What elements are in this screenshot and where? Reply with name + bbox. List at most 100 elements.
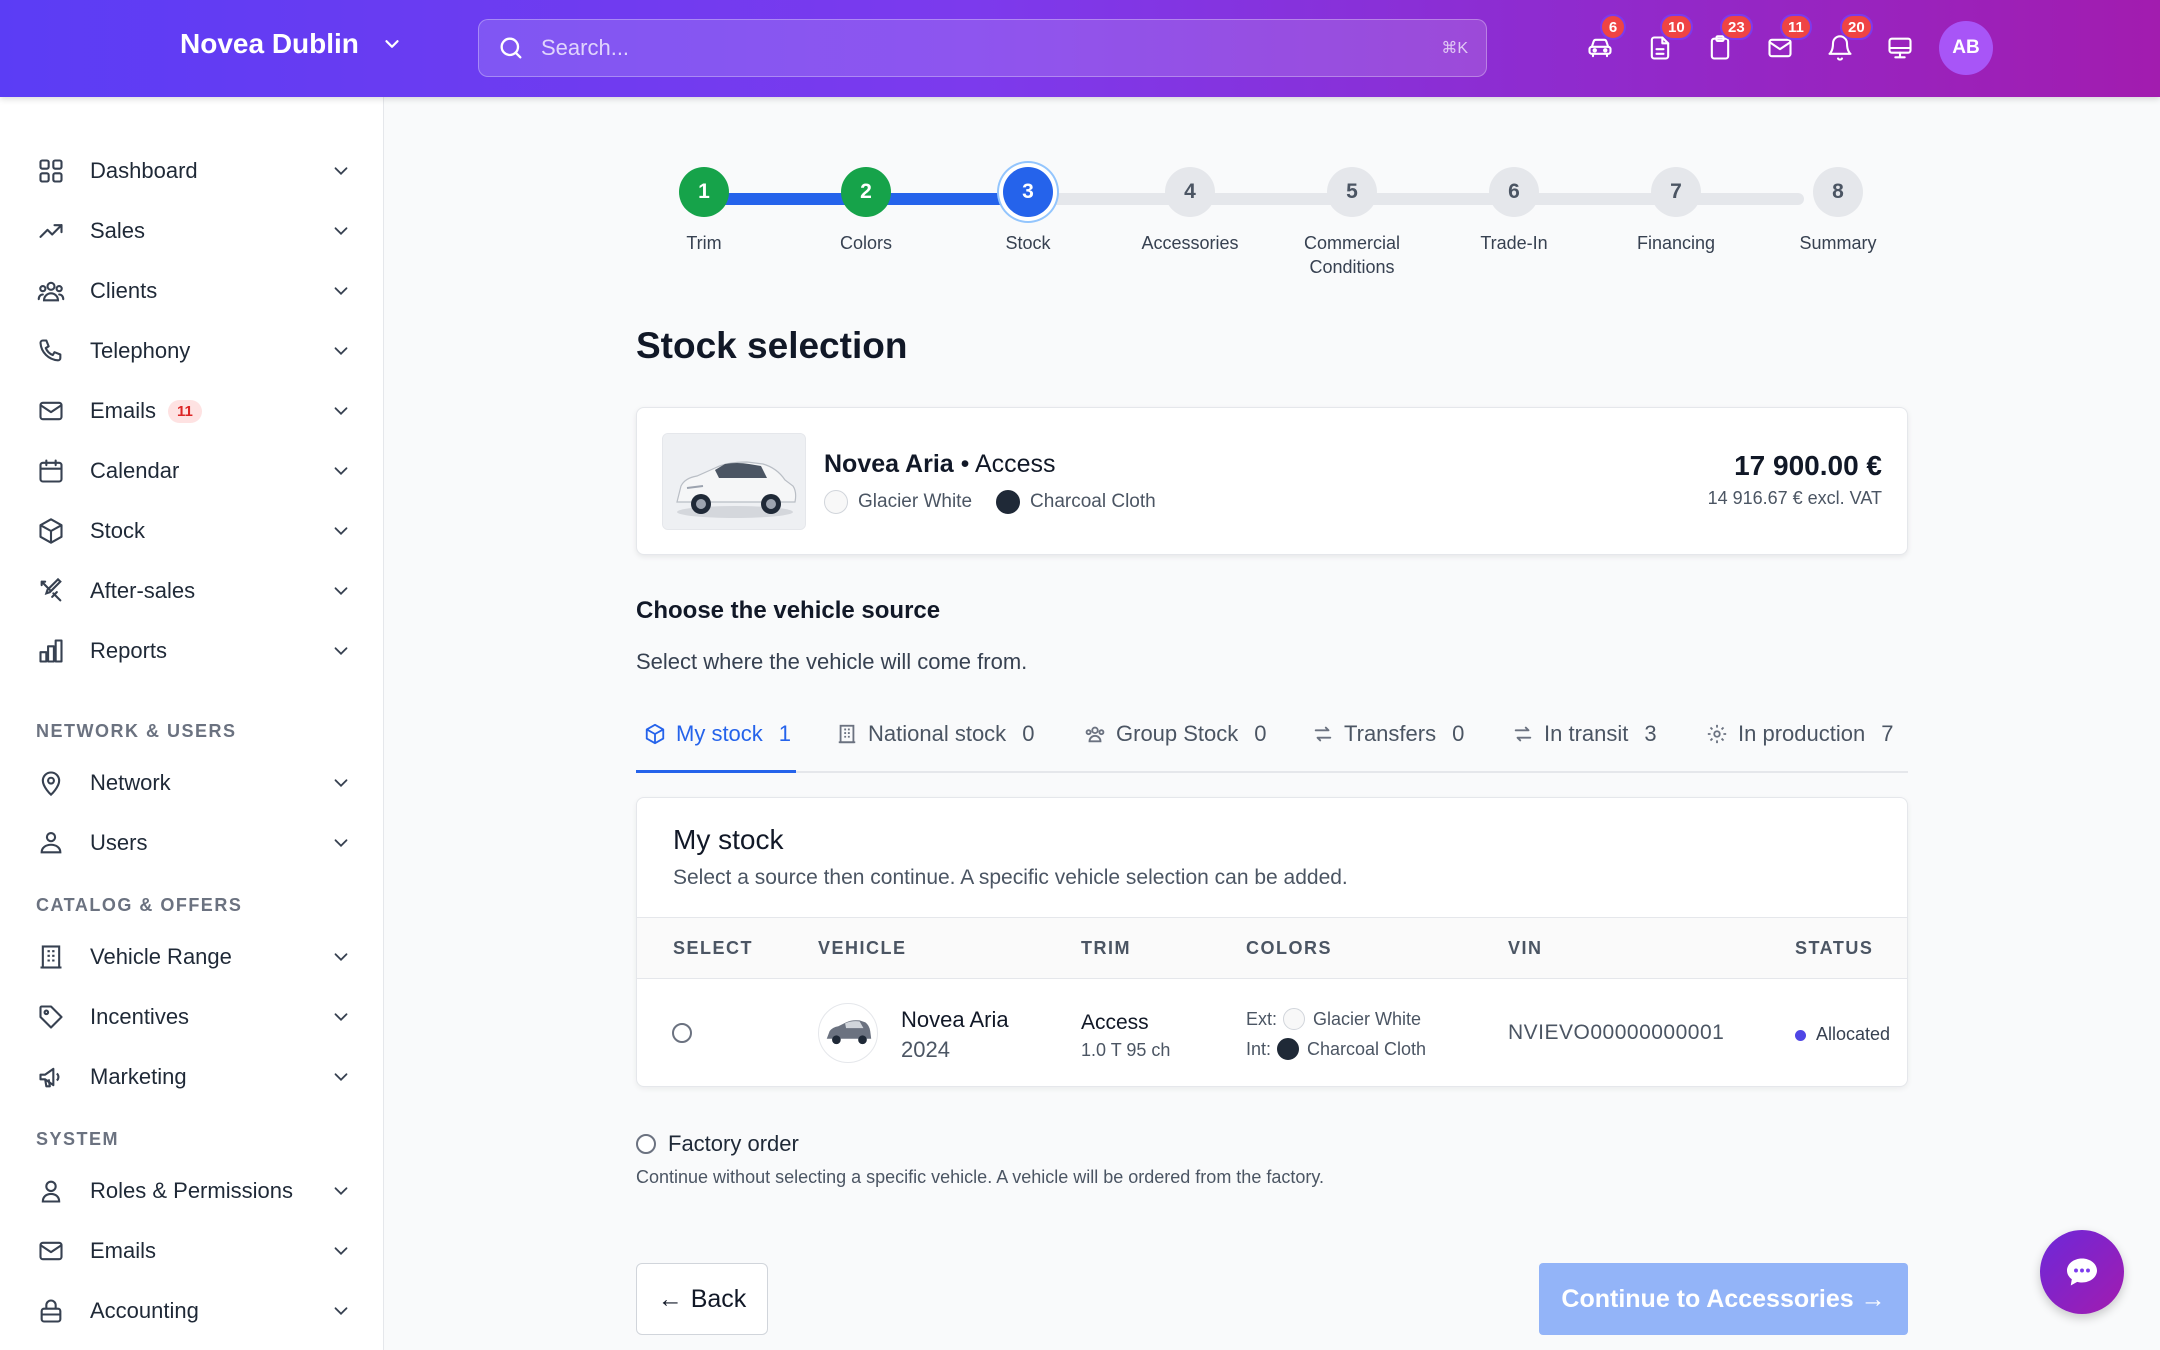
sidebar-item-calendar[interactable]: Calendar [36,449,352,493]
arrows-icon [1514,726,1532,742]
notifications-button[interactable]: 20 [1810,14,1873,68]
sidebar-item-sales[interactable]: Sales [36,209,352,253]
vehicle-thumbnail [818,1003,878,1063]
tools-icon [36,576,66,606]
factory-order-radio[interactable] [636,1134,656,1154]
step-trade-in[interactable]: 6 Trade-In [1444,167,1584,255]
sidebar-item-telephony[interactable]: Telephony [36,329,352,373]
trending-up-icon [36,216,66,246]
step-commercial-conditions[interactable]: 5 Commercial Conditions [1282,167,1422,279]
vehicle-select-radio[interactable] [672,1023,692,1043]
car-button[interactable]: 6 [1570,14,1630,68]
table-row[interactable]: Novea Aria 2024 Access 1.0 T 95 ch Ext: … [637,980,1907,1086]
step-label: Colors [839,233,892,253]
tab-national-stock[interactable]: National stock 0 [836,709,1034,773]
factory-order-option[interactable]: Factory order [636,1131,799,1157]
sidebar-item-roles-permissions[interactable]: Roles & Permissions [36,1169,352,1213]
step-trim[interactable]: 1 Trim [634,167,774,255]
tab-label: Group Stock [1116,721,1239,746]
chevron-down-icon [334,647,348,656]
chevron-down-icon [334,227,348,236]
tab-my-stock[interactable]: My stock 1 [636,709,797,773]
sidebar-item-dashboard[interactable]: Dashboard [36,149,352,193]
chevron-down-icon [334,779,348,788]
sidebar-item-vehicle-range[interactable]: Vehicle Range [36,935,352,979]
messages-button[interactable]: 11 [1750,14,1812,68]
section-heading-catalog: CATALOG & OFFERS [36,895,243,915]
sidebar-item-after-sales[interactable]: After-sales [36,569,352,613]
chat-icon [2067,1258,2097,1286]
step-colors[interactable]: 2 Colors [796,167,936,255]
back-button[interactable]: ← Back [636,1263,768,1335]
sidebar-item-label: Emails [90,1238,157,1263]
tab-count: 7 [1881,721,1894,746]
car-badge: 6 [1600,14,1626,40]
sidebar-item-incentives[interactable]: Incentives [36,995,352,1039]
display-button[interactable] [1870,28,1930,68]
tab-label: Transfers [1344,721,1437,746]
documents-button[interactable]: 10 [1630,14,1693,68]
source-subtitle: Select where the vehicle will come from. [636,649,1028,674]
chevron-down-icon [334,467,348,476]
sidebar-item-clients[interactable]: Clients [36,269,352,313]
step-label: Trim [686,233,722,253]
sidebar-item-label: Telephony [90,338,191,363]
sidebar-item-reports[interactable]: Reports [36,629,352,673]
sidebar-item-marketing[interactable]: Marketing [36,1055,352,1099]
sidebar-item-label: Vehicle Range [90,944,232,969]
tab-in-production[interactable]: In production 7 [1706,709,1893,773]
step-number: 3 [1003,167,1053,217]
user-avatar[interactable]: AB [1939,21,1993,75]
building-icon [838,724,856,744]
sidebar-item-label: Clients [90,278,158,303]
step-stock[interactable]: 3 Stock [958,167,1098,255]
megaphone-icon [36,1062,66,1092]
step-financing[interactable]: 7 Financing [1606,167,1746,255]
step-accessories[interactable]: 4 Accessories [1120,167,1260,255]
sidebar-item-emails[interactable]: Emails 11 [36,389,352,433]
step-label: Commercial Conditions [1303,233,1400,277]
search-input[interactable] [541,35,1442,61]
stock-table-card: My stock Select a source then continue. … [636,797,1908,1087]
int-label: Int: [1246,1038,1272,1059]
chevron-down-icon [334,527,348,536]
progress-stepper: 1 Trim 2 Colors 3 Stock 4 Accessories 5 … [636,97,1908,277]
map-pin-icon [36,768,66,798]
user-icon [36,1176,66,1206]
dealership-selector[interactable]: Novea Dublin [180,28,403,60]
step-label: Accessories [1141,233,1239,253]
sidebar-item-label: Stock [90,518,146,543]
sidebar-item-stock[interactable]: Stock [36,509,352,553]
sidebar-item-label: Network [90,770,171,795]
row-vin: NVIEVO00000000001 [1508,1021,1725,1044]
search-bar[interactable]: ⌘K [478,19,1487,77]
tab-label: In transit [1544,721,1629,746]
tab-group-stock[interactable]: Group Stock 0 [1084,709,1267,773]
step-label: Stock [1005,233,1051,253]
arrow-left-icon: ← [657,1284,683,1313]
building-icon [36,942,66,972]
step-label: Summary [1799,233,1877,253]
tasks-button[interactable]: 23 [1690,14,1753,68]
box-icon [36,516,66,546]
continue-button[interactable]: Continue to Accessories → [1539,1263,1908,1335]
chat-button[interactable] [2040,1230,2124,1314]
sidebar-item-accounting[interactable]: Accounting [36,1289,352,1333]
sidebar-item-label: Emails [90,398,157,423]
sidebar-item-system-emails[interactable]: Emails [36,1229,352,1273]
exterior-swatch [824,490,848,514]
status-dot [1795,1029,1806,1041]
table-header: SELECT VEHICLE TRIM COLORS VIN STATUS [637,917,1907,979]
chevron-down-icon [334,167,348,176]
step-summary[interactable]: 8 Summary [1768,167,1908,255]
chevron-down-icon [334,1187,348,1196]
search-shortcut: ⌘K [1441,40,1468,57]
tab-in-transit[interactable]: In transit 3 [1512,709,1657,773]
sidebar-item-users[interactable]: Users [36,821,352,865]
sidebar-item-network[interactable]: Network [36,761,352,805]
price-excl-vat: 14 916.67 € excl. VAT [1707,488,1882,508]
tab-transfers[interactable]: Transfers 0 [1312,709,1464,773]
step-label: Trade-In [1480,233,1548,253]
users-icon [1085,726,1105,743]
table-title: My stock [673,824,784,855]
